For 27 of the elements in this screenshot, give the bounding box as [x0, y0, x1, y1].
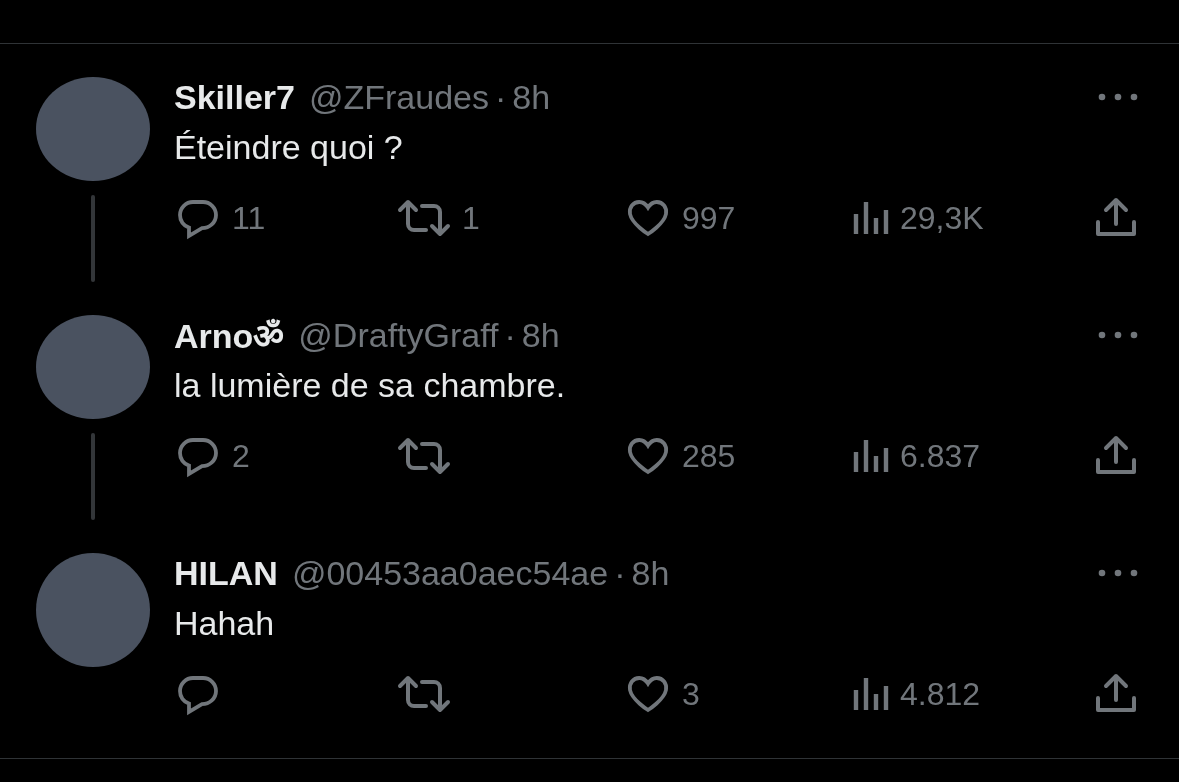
timestamp[interactable]: 8h [521, 315, 560, 355]
display-name[interactable]: Arnoॐ [174, 312, 285, 358]
separator-dot: · [495, 77, 507, 117]
separator-dot: · [614, 553, 626, 593]
display-name[interactable]: HILAN [174, 553, 278, 593]
views-button[interactable]: 4.812 [850, 670, 981, 718]
tweet-text: la lumière de sa chambre. [174, 365, 567, 406]
tweet-text: Éteindre quoi ? [174, 127, 404, 168]
repost-button[interactable]: 1 [396, 194, 480, 242]
views-button[interactable]: 6.837 [850, 432, 981, 480]
reply-button[interactable]: 2 [174, 432, 250, 480]
like-button[interactable]: 3 [624, 670, 700, 718]
user-handle[interactable]: @ZFraudes [309, 77, 489, 117]
like-button[interactable]: 285 [624, 432, 736, 480]
more-icon[interactable] [1096, 330, 1140, 340]
like-button[interactable]: 997 [624, 194, 736, 242]
reply-button[interactable]: 11 [174, 194, 266, 242]
more-icon[interactable] [1096, 92, 1140, 102]
separator-dot: · [504, 315, 516, 355]
display-name[interactable]: Skiller7 [174, 77, 295, 117]
user-handle[interactable]: @00453aa0aec54ae [291, 553, 609, 593]
views-button[interactable]: 29,3K [850, 194, 984, 242]
tweet-text: Hahah [174, 603, 276, 644]
timestamp[interactable]: 8h [631, 553, 670, 593]
more-icon[interactable] [1096, 568, 1140, 578]
timestamp[interactable]: 8h [512, 77, 551, 117]
user-handle[interactable]: @DraftyGraff [298, 315, 499, 355]
